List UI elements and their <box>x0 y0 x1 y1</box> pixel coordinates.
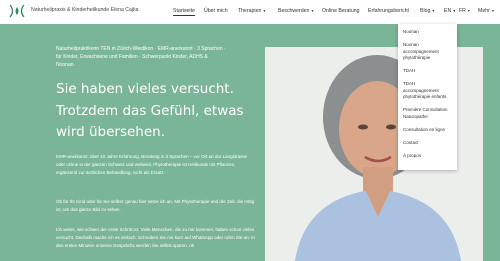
fr-dropdown-menu: Noonan Noonan accompagnement phytothérap… <box>398 24 457 170</box>
nav-erfahrungsbericht[interactable]: Erfahrungsbericht <box>368 8 409 14</box>
nav-online-beratung[interactable]: Online Beratung <box>322 8 360 14</box>
site-header: Naturheilpraxis & Kinderheilkunde Elena … <box>0 0 500 24</box>
dropdown-item-consultation-en-ligne[interactable]: Consultation en ligne <box>398 127 457 140</box>
hero-intro: Naturheilpraktikerin TEN in Zürich-Wiedi… <box>56 46 226 68</box>
nav-mehr[interactable]: Mehr ▾ <box>478 8 494 14</box>
dropdown-item-tdah-phyto[interactable]: TDAH accompagnement phytothérapie enfant… <box>398 81 457 107</box>
chevron-down-icon: ▾ <box>432 8 435 13</box>
hero-headline: Sie haben vieles versucht. Trotzdem das … <box>56 81 244 140</box>
chevron-down-icon: ▾ <box>491 8 494 13</box>
dropdown-item-contact[interactable]: Contact <box>398 140 457 153</box>
nav-beschwerden[interactable]: Beschwerden ▾ <box>278 8 313 14</box>
hero-paragraph: Ich weiss, wie schwer der erste Schritt … <box>56 227 255 248</box>
chevron-down-icon: ▾ <box>453 8 456 13</box>
dropdown-item-noonan[interactable]: Noonan <box>398 29 457 42</box>
hero-paragraph: EMR-anerkannt, über 10 Jahre Erfahrung, … <box>56 154 248 175</box>
dropdown-item-premiere-consultation[interactable]: Première Consultation Naturopathe <box>398 107 457 127</box>
chevron-down-icon: ▾ <box>311 8 314 13</box>
chevron-down-icon: ▾ <box>263 8 266 13</box>
nav-startseite[interactable]: Startseite <box>173 8 195 16</box>
hero-paragraph: Ob für Ihr Kind oder für Sie selbst: gen… <box>56 199 255 212</box>
chevron-down-icon: ▾ <box>467 8 470 13</box>
dropdown-item-tdah[interactable]: TDAH <box>398 68 457 81</box>
dropdown-item-noonan-phyto[interactable]: Noonan accompagnement phytothérapie <box>398 42 457 68</box>
logo-icon[interactable] <box>8 4 26 18</box>
nav-blog[interactable]: Blog ▾ <box>420 8 434 14</box>
nav-therapien[interactable]: Therapien ▾ <box>238 8 265 14</box>
nav-lang-en[interactable]: EN ▾ <box>444 8 455 14</box>
nav-ueber-mich[interactable]: Über mich <box>204 8 228 14</box>
dropdown-item-a-propos[interactable]: À propos <box>398 153 457 166</box>
nav-lang-fr[interactable]: FR ▾ <box>459 8 470 14</box>
brand-name[interactable]: Naturheilpraxis & Kinderheilkunde Elena … <box>31 7 139 13</box>
